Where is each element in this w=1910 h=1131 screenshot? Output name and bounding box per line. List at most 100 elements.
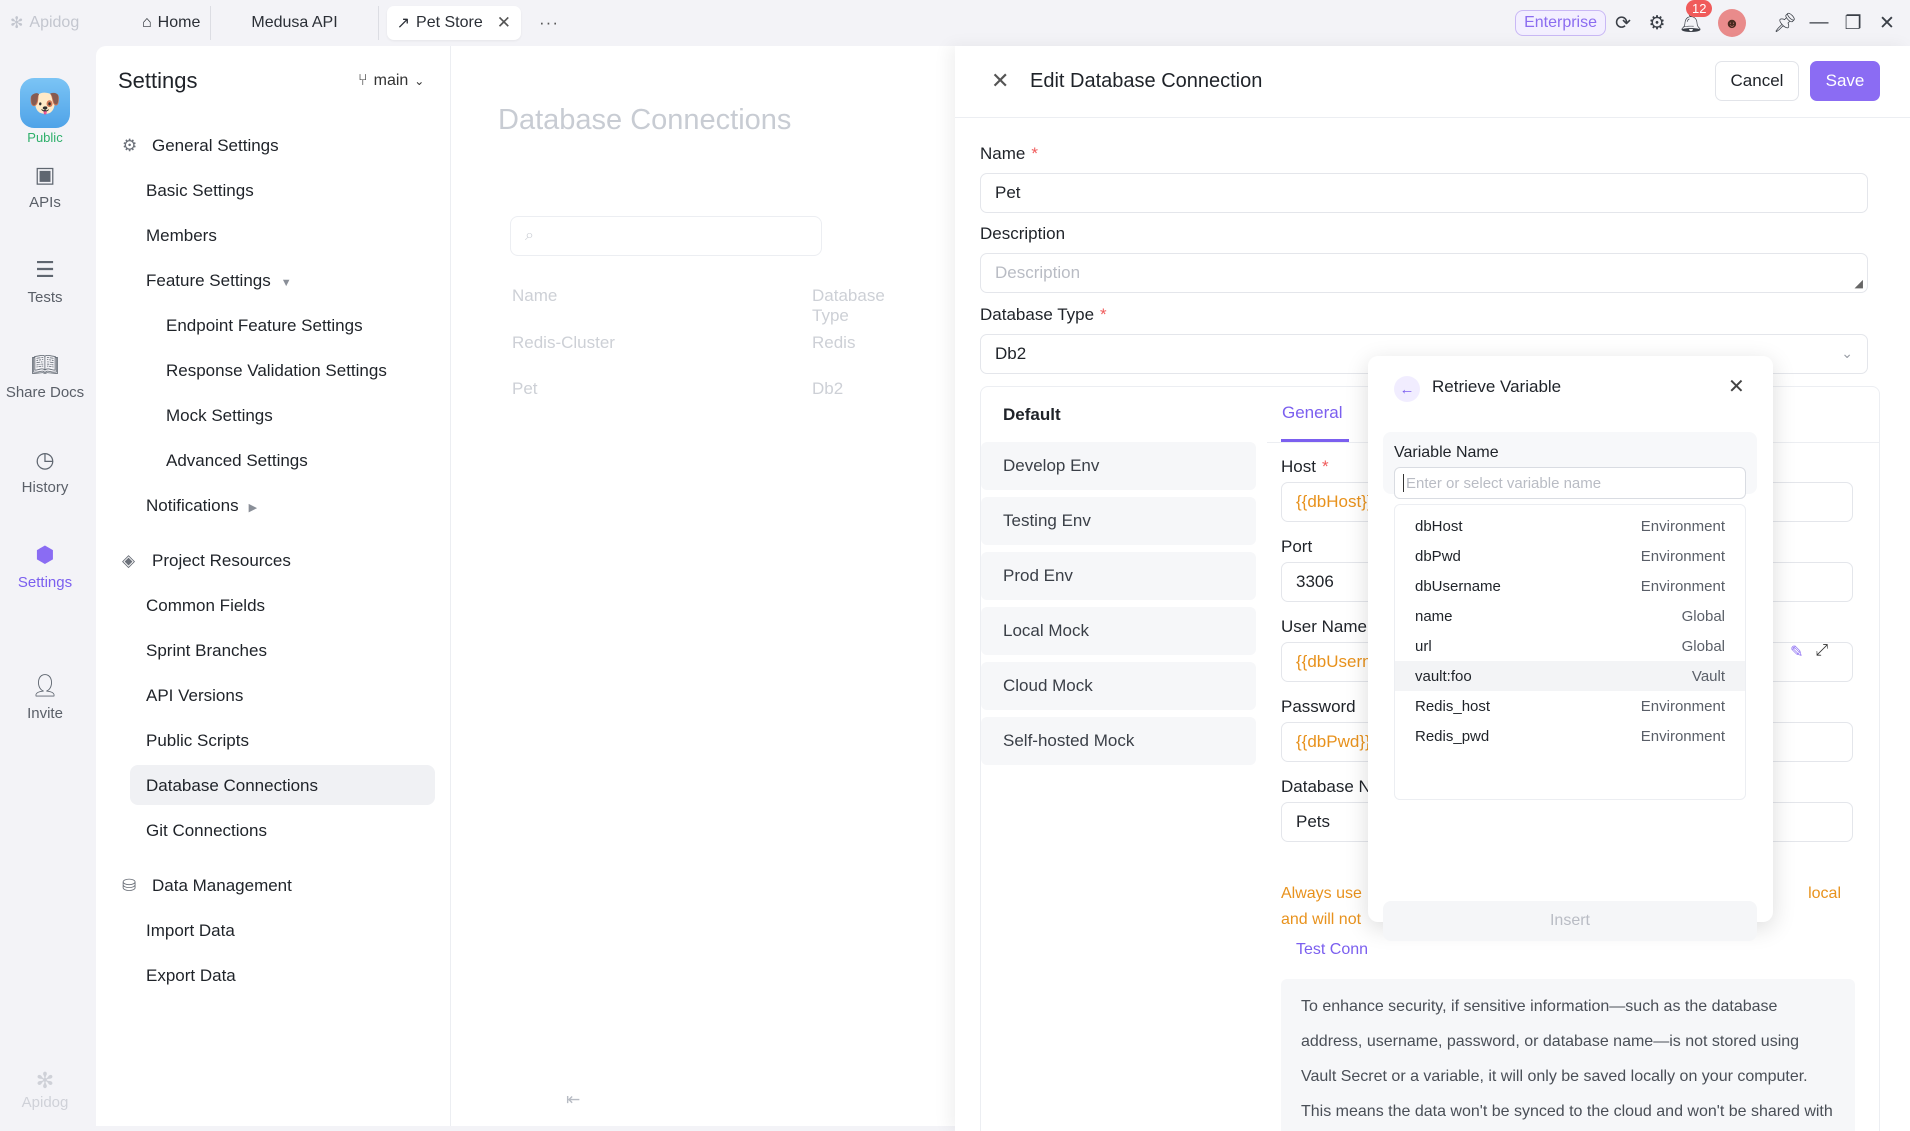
- page-title: Database Connections: [498, 104, 792, 136]
- nav-item-endpoint-feature[interactable]: Endpoint Feature Settings: [166, 316, 363, 336]
- variable-scope: Vault: [1691, 667, 1725, 685]
- tab-close-icon[interactable]: ✕: [497, 13, 511, 33]
- retrieve-variable-popup: ← Retrieve Variable ✕ Variable Name Ente…: [1368, 356, 1773, 941]
- rail-item-history[interactable]: ◷ History: [0, 447, 90, 496]
- project-avatar[interactable]: 🐶: [20, 78, 70, 128]
- list-item[interactable]: dbPwd Environment: [1395, 541, 1745, 571]
- env-item-prod[interactable]: Prod Env: [981, 552, 1256, 600]
- env-item-cloud-mock[interactable]: Cloud Mock: [981, 662, 1256, 710]
- nav-item-git-connections[interactable]: Git Connections: [146, 821, 267, 841]
- variable-name: Redis_pwd: [1415, 727, 1490, 745]
- test-connection-link[interactable]: Test Conn: [1296, 941, 1368, 959]
- list-item[interactable]: dbHost Environment: [1395, 511, 1745, 541]
- user-avatar[interactable]: ☻: [1718, 9, 1746, 37]
- table-row-type: Redis: [812, 333, 856, 352]
- warning-line-1-end: local: [1808, 885, 1841, 902]
- close-icon[interactable]: ✕: [1728, 374, 1745, 399]
- nav-item-response-validation[interactable]: Response Validation Settings: [166, 361, 387, 381]
- book-icon: 📖︎: [31, 352, 59, 377]
- maximize-icon[interactable]: ❐: [1836, 6, 1870, 40]
- list-item[interactable]: name Global: [1395, 601, 1745, 631]
- dog-icon: 🐶: [28, 87, 62, 118]
- rail-item-settings[interactable]: ⬢ Settings: [0, 542, 90, 591]
- nav-item-public-scripts[interactable]: Public Scripts: [146, 731, 249, 751]
- nav-item-basic-settings[interactable]: Basic Settings: [146, 181, 254, 201]
- enterprise-badge[interactable]: Enterprise: [1515, 10, 1606, 36]
- collapse-sidebar-icon[interactable]: ⇤: [566, 1090, 580, 1110]
- resize-handle-icon[interactable]: ◢: [1855, 277, 1863, 290]
- host-label: Host *: [1281, 457, 1329, 477]
- env-item-local-mock[interactable]: Local Mock: [981, 607, 1256, 655]
- close-icon[interactable]: ✕: [991, 68, 1009, 94]
- rail-item-share-docs[interactable]: 📖︎ Share Docs: [0, 352, 90, 401]
- rail-item-invite[interactable]: 👤︎ Invite: [0, 673, 90, 722]
- nav-group-general-label: General Settings: [152, 136, 279, 155]
- nav-item-members[interactable]: Members: [146, 226, 217, 246]
- nav-item-import-data[interactable]: Import Data: [146, 921, 235, 941]
- notification-bell-icon[interactable]: 🔔︎ 12: [1674, 0, 1713, 40]
- list-item[interactable]: Redis_host Environment: [1395, 691, 1745, 721]
- variable-wand-icon[interactable]: ✎: [1790, 642, 1803, 662]
- nav-feature-label: Feature Settings: [146, 271, 271, 290]
- variable-scope: Environment: [1640, 697, 1725, 715]
- back-arrow-icon[interactable]: ←: [1394, 376, 1420, 402]
- variable-name-input[interactable]: Enter or select variable name: [1394, 467, 1746, 499]
- nav-item-common-fields[interactable]: Common Fields: [146, 596, 265, 616]
- env-item-self-hosted-mock[interactable]: Self-hosted Mock: [981, 717, 1256, 765]
- list-item[interactable]: dbUsername Environment: [1395, 571, 1745, 601]
- gear-icon[interactable]: ⚙: [1640, 6, 1674, 40]
- branch-icon: ⑂: [358, 72, 368, 89]
- branch-selector[interactable]: ⑂ main ⌄: [358, 72, 424, 90]
- database-type-label-text: Database Type: [980, 305, 1095, 324]
- env-item-develop[interactable]: Develop Env: [981, 442, 1256, 490]
- rail-apis-label: APIs: [29, 194, 61, 211]
- more-tabs-button[interactable]: ···: [539, 13, 559, 33]
- variable-scope: Environment: [1640, 727, 1725, 745]
- search-input[interactable]: ⌕: [510, 216, 822, 256]
- minimize-icon[interactable]: —: [1802, 6, 1836, 40]
- refresh-icon[interactable]: ⟳: [1606, 6, 1640, 40]
- branch-label: main: [373, 72, 409, 89]
- tab-medusa-api[interactable]: Medusa API: [211, 6, 379, 40]
- table-row-name[interactable]: Redis-Cluster: [512, 333, 615, 353]
- nav-item-api-versions[interactable]: API Versions: [146, 686, 243, 706]
- nav-group-data-management: ⛁ Data Management: [122, 876, 292, 896]
- list-item[interactable]: Redis_pwd Environment: [1395, 721, 1745, 751]
- tab-general[interactable]: General: [1282, 403, 1342, 423]
- nav-notifications-label: Notifications: [146, 496, 239, 515]
- nav-item-advanced-settings[interactable]: Advanced Settings: [166, 451, 308, 471]
- nav-item-sprint-branches[interactable]: Sprint Branches: [146, 641, 267, 661]
- expand-icon[interactable]: ⤢: [1815, 642, 1828, 662]
- nav-group-data-label: Data Management: [152, 876, 292, 895]
- variable-scope: Environment: [1640, 547, 1725, 565]
- insert-button[interactable]: Insert: [1383, 901, 1757, 941]
- app-logo: ✻ Apidog: [10, 13, 120, 33]
- cancel-button[interactable]: Cancel: [1715, 61, 1799, 101]
- tab-pet-store[interactable]: ↗ Pet Store ✕: [386, 6, 521, 40]
- nav-item-database-connections[interactable]: Database Connections: [146, 776, 318, 796]
- description-input[interactable]: Description ◢: [980, 253, 1868, 293]
- nav-item-feature-settings[interactable]: Feature Settings ▼: [146, 271, 292, 291]
- window-close-icon[interactable]: ✕: [1870, 6, 1904, 40]
- table-row-name[interactable]: Pet: [512, 379, 538, 399]
- database-icon: ⛁: [122, 876, 137, 895]
- rail-footer-label: Apidog: [21, 1094, 69, 1111]
- variable-name: url: [1415, 637, 1432, 655]
- rail-tests-label: Tests: [27, 289, 63, 306]
- rail-item-tests[interactable]: ☰ Tests: [0, 257, 90, 306]
- tab-home[interactable]: ⌂ Home: [132, 6, 212, 40]
- nav-item-mock-settings[interactable]: Mock Settings: [166, 406, 273, 426]
- env-item-testing[interactable]: Testing Env: [981, 497, 1256, 545]
- rail-item-apis[interactable]: ▣ APIs: [0, 162, 90, 211]
- list-item[interactable]: vault:foo Vault: [1395, 661, 1745, 691]
- save-button[interactable]: Save: [1810, 61, 1880, 101]
- pin-icon[interactable]: 📌︎: [1768, 6, 1802, 40]
- name-input[interactable]: Pet: [980, 173, 1868, 213]
- nav-group-project-resources: ◈ Project Resources: [122, 551, 291, 571]
- nav-item-notifications[interactable]: Notifications ▶: [146, 496, 257, 516]
- list-item[interactable]: url Global: [1395, 631, 1745, 661]
- caret-right-icon: ▶: [248, 502, 258, 514]
- nav-item-export-data[interactable]: Export Data: [146, 966, 236, 986]
- variable-name: dbHost: [1415, 517, 1463, 535]
- caret-down-icon: ▼: [280, 277, 292, 289]
